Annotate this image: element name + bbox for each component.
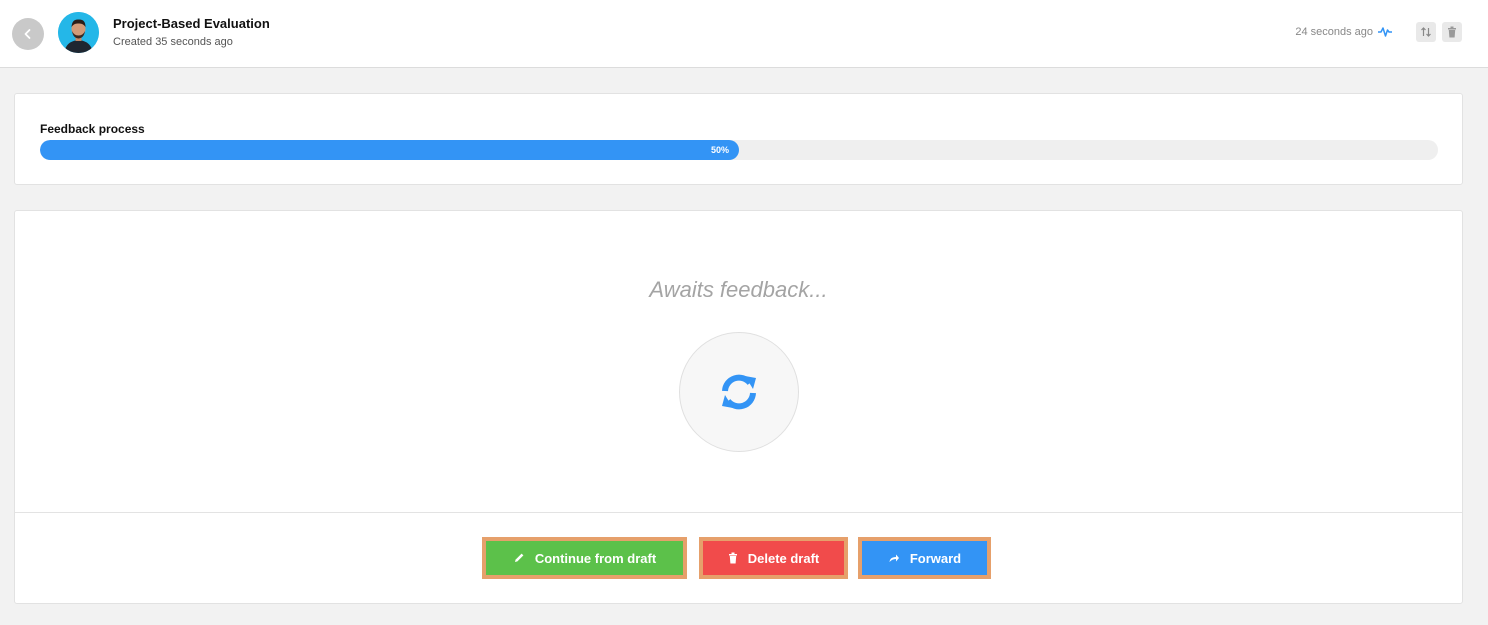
progress-percentage: 50%: [710, 145, 729, 155]
sort-button[interactable]: [1416, 22, 1436, 42]
page-title: Project-Based Evaluation: [113, 16, 270, 31]
continue-from-draft-button[interactable]: Continue from draft: [482, 537, 687, 579]
feedback-progress-card: Feedback process 50%: [14, 93, 1463, 185]
sort-arrows-icon: [1421, 27, 1431, 37]
pencil-icon: [513, 552, 525, 564]
pulse-icon: [1378, 27, 1392, 37]
delete-draft-label: Delete draft: [747, 550, 820, 566]
progress-bar: 50%: [40, 140, 1438, 160]
activity-time: 24 seconds ago: [1295, 26, 1373, 38]
trash-icon: [1448, 26, 1456, 38]
progress-label: Feedback process: [40, 122, 145, 136]
back-button[interactable]: [12, 18, 44, 50]
delete-draft-button[interactable]: Delete draft: [699, 537, 848, 579]
continue-from-draft-label: Continue from draft: [534, 550, 657, 566]
progress-fill: 50%: [40, 140, 739, 160]
top-bar: Project-Based Evaluation Created 35 seco…: [0, 0, 1488, 68]
trash-icon: [728, 552, 738, 564]
created-timestamp: Created 35 seconds ago: [113, 36, 233, 48]
footer-divider: [15, 512, 1462, 513]
forward-label: Forward: [909, 550, 962, 566]
forward-arrow-icon: [888, 552, 900, 564]
refresh-button[interactable]: [679, 332, 799, 452]
awaits-feedback-text: Awaits feedback...: [649, 277, 828, 302]
refresh-icon: [722, 374, 756, 410]
last-activity: 24 seconds ago: [1295, 26, 1392, 38]
chevron-left-icon: [24, 29, 31, 39]
forward-button[interactable]: Forward: [858, 537, 991, 579]
avatar: [58, 12, 99, 53]
delete-button[interactable]: [1442, 22, 1462, 42]
